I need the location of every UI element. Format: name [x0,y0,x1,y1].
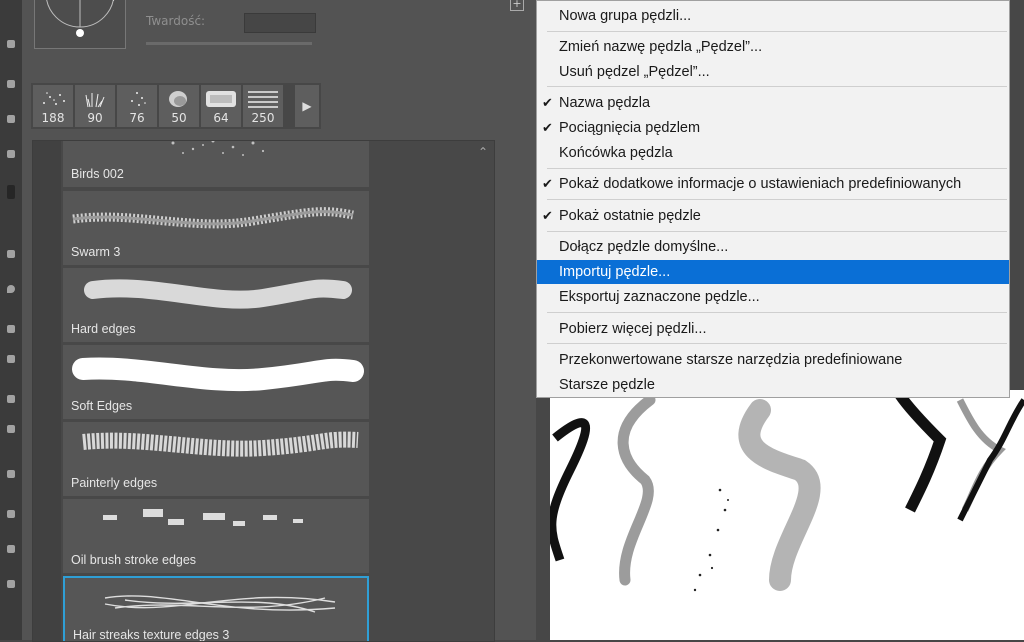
new-preset-icon[interactable]: + [510,0,524,11]
menu-item-brush-tip[interactable]: Końcówka pędzla [537,142,1009,164]
menu-separator [547,86,1007,87]
tool-icon[interactable] [7,355,15,363]
check-icon: ✔ [542,95,553,110]
brush-thumb-icon [206,91,236,107]
menu-item-show-recent-brushes[interactable]: ✔ Pokaż ostatnie pędzle [537,205,1009,227]
brush-item[interactable]: Painterly edges [63,422,369,496]
tool-icon[interactable] [7,250,15,258]
brush-angle-preview[interactable] [34,0,126,49]
menu-separator [547,31,1007,32]
tool-icon[interactable] [7,115,15,123]
brush-name: Birds 002 [71,167,124,181]
brushes-panel: Twardość: + 188 90 76 50 64 250 ▶ ⌃ Bird… [22,0,536,642]
brush-size-label: 76 [129,111,145,125]
menu-separator [547,199,1007,200]
tool-icon[interactable] [7,185,15,199]
brush-name: Oil brush stroke edges [71,553,197,567]
menu-item-delete-brush[interactable]: Usuń pędzel „Pędzel”... [537,61,1009,83]
recent-brush[interactable]: 90 [75,85,115,127]
hardness-slider[interactable] [146,42,312,45]
hardness-field[interactable] [244,13,316,33]
menu-item-brush-strokes[interactable]: ✔ Pociągnięcia pędzlem [537,117,1009,139]
hardness-label: Twardość: [146,14,206,28]
scroll-up-icon[interactable]: ⌃ [478,145,488,159]
check-icon: ✔ [542,208,553,223]
tool-strip [0,0,23,640]
menu-item-append-default-brushes[interactable]: Dołącz pędzle domyślne... [537,236,1009,258]
more-brushes-arrow-icon[interactable]: ▶ [295,85,319,127]
brush-name: Hard edges [71,322,136,336]
check-icon: ✔ [542,176,553,191]
menu-separator [547,343,1007,344]
tool-icon[interactable] [7,325,15,333]
brush-name: Swarm 3 [71,245,121,259]
brush-size-label: 50 [171,111,187,125]
menu-separator [547,231,1007,232]
brush-item-selected[interactable]: Hair streaks texture edges 3 [63,576,369,641]
brush-size-label: 188 [41,111,65,125]
menu-item-legacy-brushes[interactable]: Starsze pędzle [537,374,1009,396]
menu-item-converted-legacy-presets[interactable]: Przekonwertowane starsze narzędzia prede… [537,349,1009,371]
brush-item[interactable]: Swarm 3 [63,191,369,265]
brush-thumb-icon [85,93,105,108]
menu-separator [547,168,1007,169]
menu-item-brush-name[interactable]: ✔ Nazwa pędzla [537,92,1009,114]
brush-item[interactable]: Birds 002 [63,141,369,187]
recent-brushes: 188 90 76 50 64 250 ▶ [31,83,321,129]
recent-brush[interactable]: 250 [243,85,283,127]
tool-icon[interactable] [7,40,15,48]
brush-size-label: 90 [87,111,103,125]
menu-item-get-more-brushes[interactable]: Pobierz więcej pędzli... [537,318,1009,340]
document-canvas[interactable] [550,390,1024,640]
brush-name: Soft Edges [71,399,133,413]
menu-item-import-brushes[interactable]: Importuj pędzle... [537,260,1009,284]
brush-list: ⌃ Birds 002 Swarm 3 Hard edges Soft Edge… [32,140,495,642]
menu-separator [547,312,1007,313]
canvas-strokes [550,391,1024,592]
tool-icon[interactable] [7,545,15,553]
recent-brush[interactable]: 50 [159,85,199,127]
brush-item[interactable]: Hard edges [63,268,369,342]
brush-thumb-icon [248,91,278,108]
angle-circle-icon [46,0,115,37]
recent-brush[interactable]: 188 [33,85,73,127]
list-gutter [33,141,61,641]
tool-icon[interactable] [7,510,15,518]
brush-thumb-icon [131,92,146,106]
tool-icon[interactable] [7,580,15,588]
recent-brush[interactable]: 64 [201,85,241,127]
brush-panel-menu: Nowa grupa pędzli... Zmień nazwę pędzla … [536,0,1010,398]
brush-item[interactable]: Soft Edges [63,345,369,419]
menu-item-show-additional-info[interactable]: ✔ Pokaż dodatkowe informacje o ustawienia… [537,173,1009,195]
brush-size-label: 250 [251,111,275,125]
tool-icon[interactable] [7,150,15,158]
tool-icon[interactable] [7,470,15,478]
brush-thumb-icon [169,91,187,107]
tool-icon[interactable] [7,80,15,88]
menu-item-rename-brush[interactable]: Zmień nazwę pędzla „Pędzel”... [537,36,1009,58]
check-icon: ✔ [542,120,553,135]
brush-size-label: 64 [213,111,229,125]
brush-name: Painterly edges [71,476,158,490]
recent-brush[interactable]: 76 [117,85,157,127]
menu-item-new-brush-group[interactable]: Nowa grupa pędzli... [537,5,1009,27]
brush-thumb-icon [43,92,65,105]
tool-icon[interactable] [7,395,15,403]
drop-icon[interactable] [7,285,15,293]
brush-item[interactable]: Oil brush stroke edges [63,499,369,573]
chevron-left-icon[interactable] [7,425,15,433]
menu-item-export-selected-brushes[interactable]: Eksportuj zaznaczone pędzle... [537,286,1009,308]
